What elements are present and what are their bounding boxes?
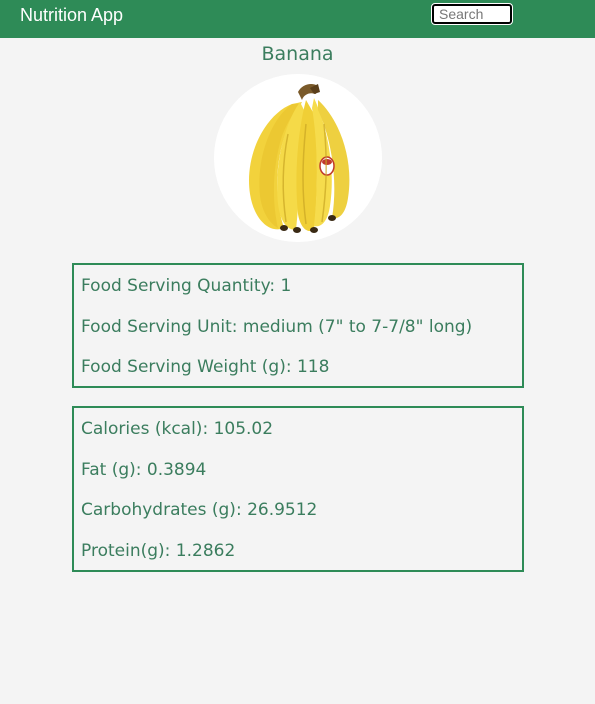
serving-weight: Food Serving Weight (g): 118 — [81, 357, 330, 377]
search-input[interactable] — [431, 3, 513, 25]
app-brand[interactable]: Nutrition App — [20, 5, 123, 25]
carbohydrates-value: Carbohydrates (g): 26.9512 — [81, 500, 318, 521]
protein-value: Protein(g): 1.2862 — [81, 541, 236, 562]
food-title: Banana — [261, 43, 334, 65]
calories-value: Calories (kcal): 105.02 — [81, 419, 274, 439]
banana-icon — [214, 74, 382, 242]
fat-value: Fat (g): 0.3894 — [81, 459, 207, 480]
food-image — [214, 74, 382, 242]
serving-info-card: Food Serving Quantity: 1 Food Serving Un… — [72, 263, 524, 388]
serving-unit: Food Serving Unit: medium (7" to 7-7/8" … — [81, 316, 473, 337]
top-navbar: Nutrition App — [0, 0, 595, 38]
nutrition-info-card: Calories (kcal): 105.02 Fat (g): 0.3894 … — [72, 406, 524, 572]
serving-quantity: Food Serving Quantity: 1 — [81, 276, 292, 296]
